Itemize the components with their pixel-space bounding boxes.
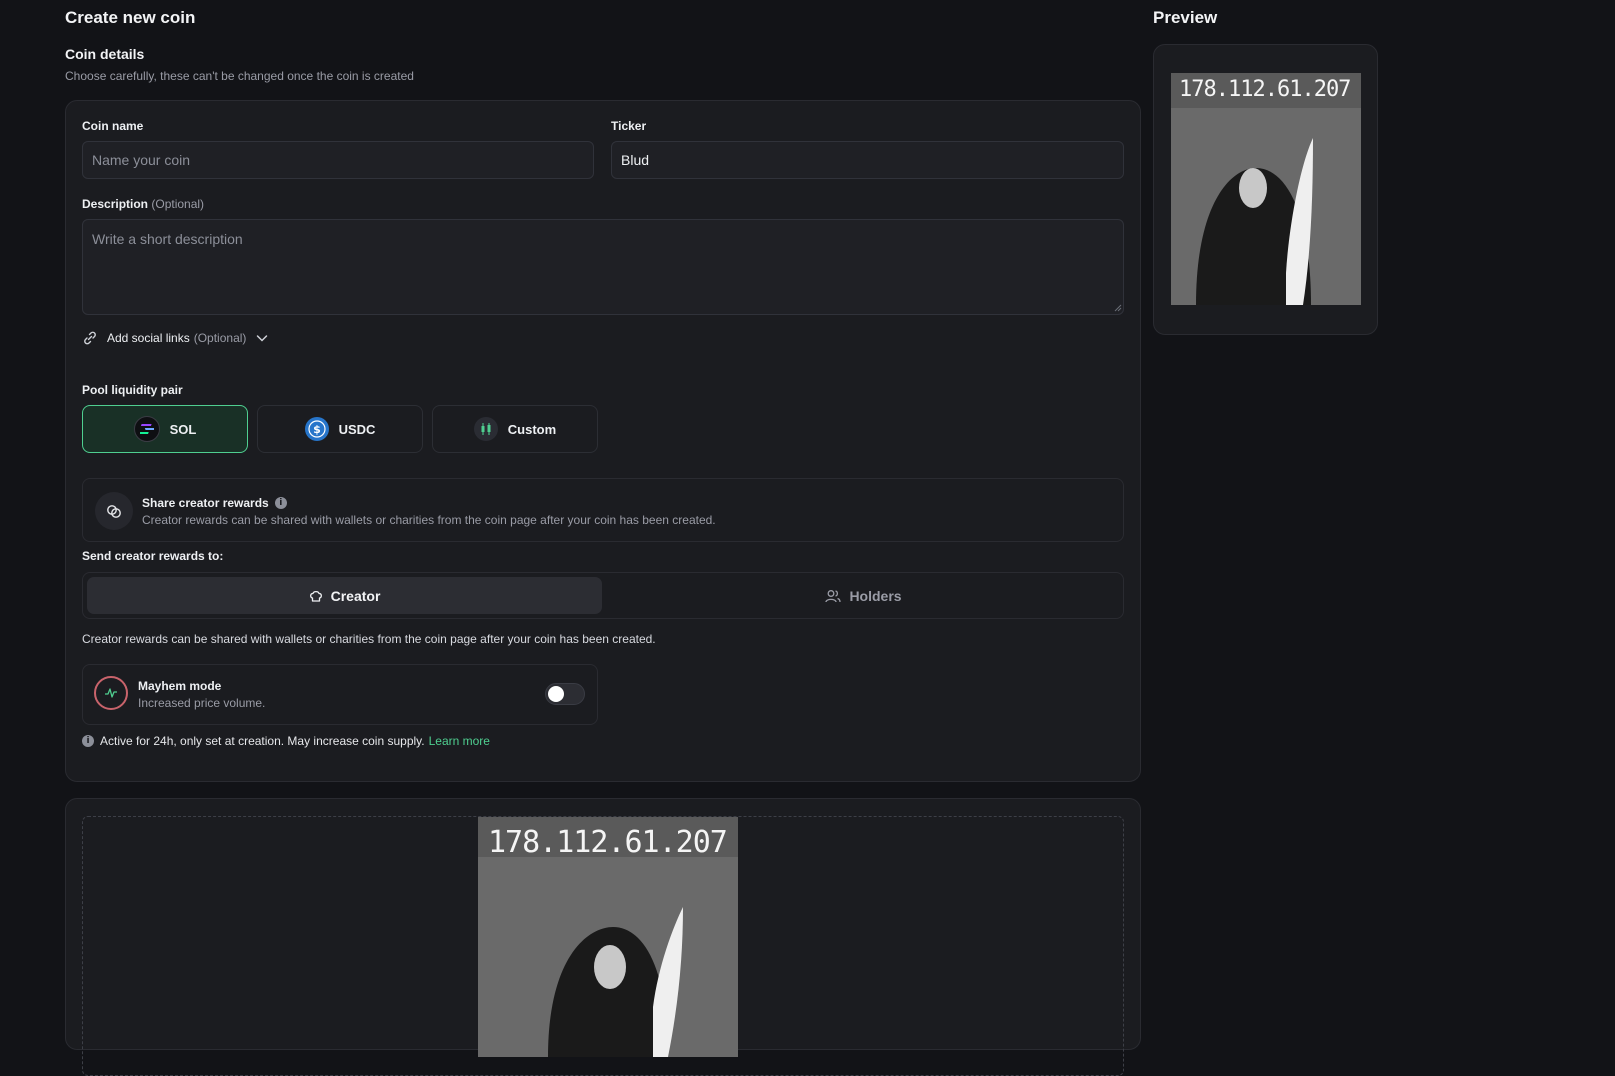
pool-option-custom[interactable]: Custom xyxy=(432,405,598,453)
rewards-recipient-segmented: Creator Holders xyxy=(82,572,1124,619)
preview-card: 178.112.61.207 xyxy=(1153,44,1378,335)
mayhem-info-text: Active for 24h, only set at creation. Ma… xyxy=(100,734,425,748)
social-links-optional: (Optional) xyxy=(193,331,247,345)
section-subtitle: Choose carefully, these can't be changed… xyxy=(65,69,414,83)
social-links-label: Add social links xyxy=(107,331,190,345)
usdc-icon: $ xyxy=(304,417,329,441)
ticker-label: Ticker xyxy=(611,119,647,133)
description-optional: (Optional) xyxy=(151,197,205,211)
description-label: Description (Optional) xyxy=(82,197,205,211)
page-title: Create new coin xyxy=(65,8,196,27)
learn-more-link[interactable]: Learn more xyxy=(429,734,490,748)
description-textarea[interactable]: Write a short description xyxy=(82,219,1124,315)
pool-liquidity-label: Pool liquidity pair xyxy=(82,383,183,397)
preview-image: 178.112.61.207 xyxy=(1171,73,1361,305)
coin-name-input[interactable]: Name your coin xyxy=(82,141,594,179)
sol-icon xyxy=(133,416,160,442)
preview-title: Preview xyxy=(1153,8,1218,27)
share-rewards-title: Share creator rewards xyxy=(142,496,269,510)
pool-option-sol[interactable]: SOL xyxy=(82,405,248,453)
info-icon[interactable]: i xyxy=(274,497,287,509)
info-icon: i xyxy=(82,735,94,747)
mayhem-desc: Increased price volume. xyxy=(138,696,266,710)
section-title: Coin details xyxy=(65,46,145,62)
send-rewards-label: Send creator rewards to: xyxy=(82,549,224,563)
ticker-input[interactable]: Blud xyxy=(611,141,1124,179)
toggle-knob xyxy=(548,686,564,702)
image-upload-card: 178.112.61.207 xyxy=(65,798,1141,1076)
mayhem-toggle[interactable] xyxy=(545,683,585,705)
image-dropzone[interactable]: 178.112.61.207 xyxy=(82,816,1124,1076)
preview-overlay-text: 178.112.61.207 xyxy=(1179,77,1351,102)
link-icon xyxy=(84,331,96,345)
mayhem-title: Mayhem mode xyxy=(138,679,222,693)
rewards-note: Creator rewards can be shared with walle… xyxy=(82,632,656,646)
pool-option-label: SOL xyxy=(169,421,197,437)
users-icon xyxy=(825,589,842,602)
coin-details-card: Coin name Name your coin Ticker Blud Des… xyxy=(65,100,1141,782)
uploaded-image: 178.112.61.207 xyxy=(478,817,738,1057)
pool-option-usdc[interactable]: $ USDC xyxy=(257,405,423,453)
mayhem-mode-card: Mayhem mode Increased price volume. xyxy=(82,664,598,725)
rewards-holders-option[interactable]: Holders xyxy=(606,577,1121,614)
svg-text:$: $ xyxy=(313,423,321,436)
chef-hat-icon xyxy=(309,590,322,602)
rewards-creator-option[interactable]: Creator xyxy=(87,577,602,614)
share-rewards-icon xyxy=(95,492,133,530)
share-creator-rewards-card: Share creator rewards i Creator rewards … xyxy=(82,478,1124,542)
coin-name-label: Coin name xyxy=(82,119,144,133)
image-overlay-text: 178.112.61.207 xyxy=(488,825,728,860)
chevron-down-icon xyxy=(257,335,268,342)
pool-option-label: Custom xyxy=(507,421,557,437)
rewards-creator-label: Creator xyxy=(330,587,381,604)
mayhem-info: i Active for 24h, only set at creation. … xyxy=(82,734,490,748)
pool-option-label: USDC xyxy=(338,421,376,437)
mayhem-pulse-icon xyxy=(94,676,128,710)
candles-icon xyxy=(473,417,498,441)
add-social-links-toggle[interactable]: Add social links (Optional) xyxy=(82,330,269,346)
rewards-holders-label: Holders xyxy=(849,587,902,604)
share-rewards-desc: Creator rewards can be shared with walle… xyxy=(142,513,716,527)
resize-handle-icon[interactable] xyxy=(1114,304,1122,312)
